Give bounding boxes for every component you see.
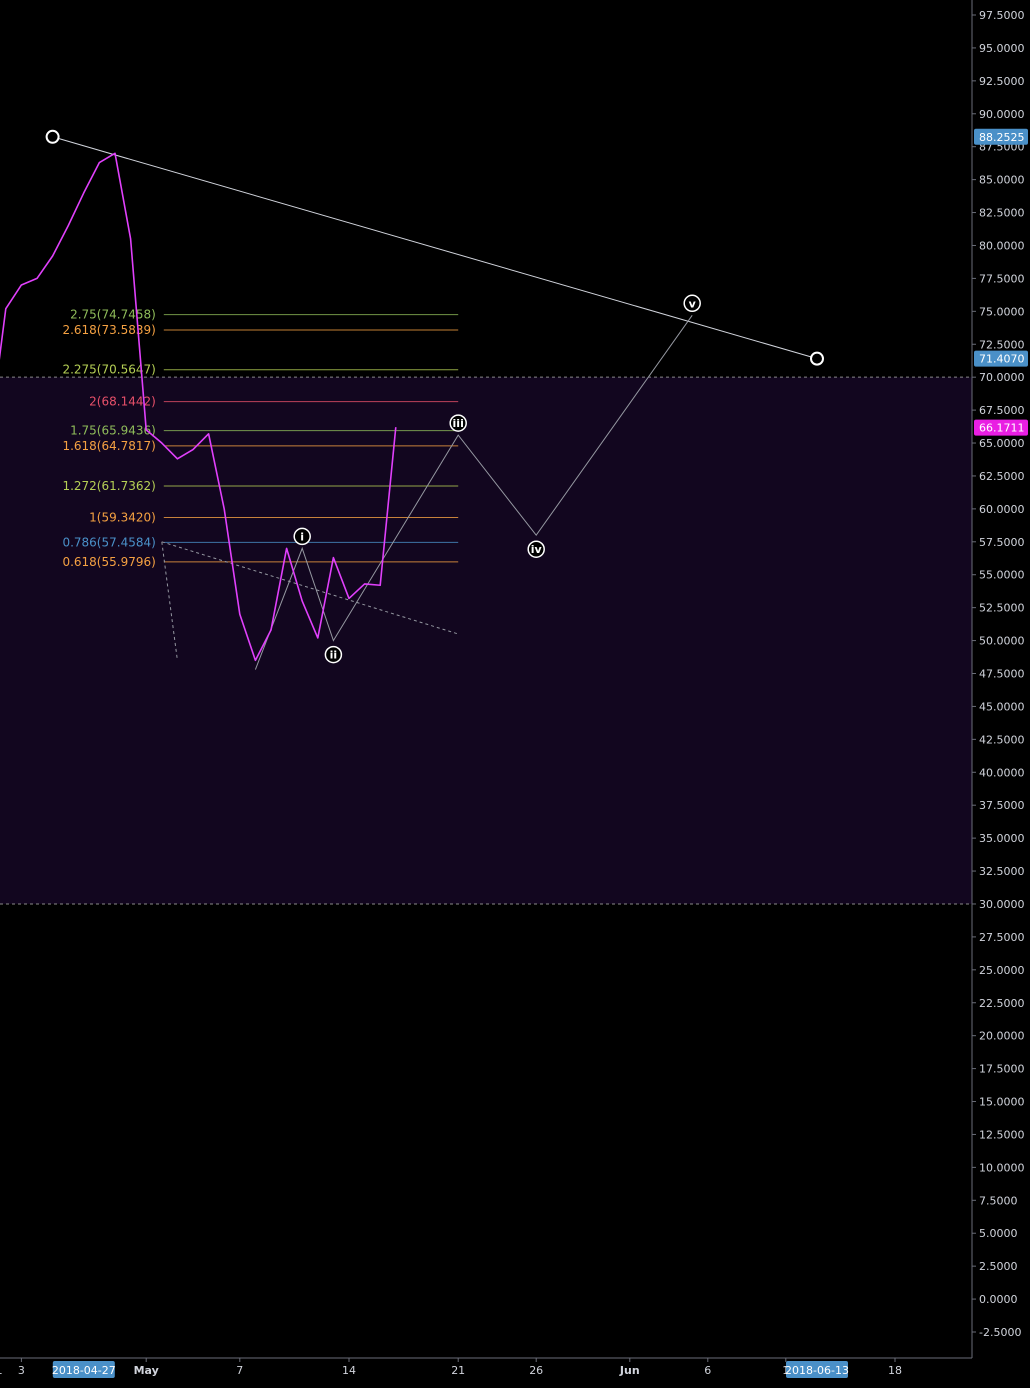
price-zone <box>0 377 972 904</box>
fib-level-label-6: 1.272(61.7362) <box>62 479 155 493</box>
trend-line-handle-end[interactable] <box>810 351 824 366</box>
price-tick-label-1: 95.0000 <box>979 42 1025 55</box>
price-tick-label-26: 32.5000 <box>979 865 1025 878</box>
price-tick-label-12: 67.5000 <box>979 404 1025 417</box>
price-tick-label-13: 65.0000 <box>979 437 1025 450</box>
price-tick-label-33: 15.0000 <box>979 1096 1025 1109</box>
price-tick-label-32: 17.5000 <box>979 1063 1025 1076</box>
time-tick-label-4: 14 <box>342 1364 356 1377</box>
fib-level-label-5: 1.618(64.7817) <box>62 439 155 453</box>
price-tick-label-27: 30.0000 <box>979 898 1025 911</box>
fib-level-label-3: 2(68.1442) <box>89 395 156 409</box>
time-tick-label-3: 7 <box>236 1364 243 1377</box>
wave-label-v: v <box>689 297 697 310</box>
fib-level-label-1: 2.618(73.5839) <box>62 323 155 337</box>
price-tick-label-24: 37.5000 <box>979 799 1025 812</box>
price-tick-label-9: 75.0000 <box>979 305 1025 318</box>
time-tick-label-6: 26 <box>529 1364 543 1377</box>
fib-level-label-8: 0.786(57.4584) <box>62 535 155 549</box>
wave-label-iii: iii <box>453 417 464 430</box>
price-tick-label-40: -2.5000 <box>979 1326 1021 1339</box>
price-tick-label-21: 45.0000 <box>979 700 1025 713</box>
price-tick-label-15: 60.0000 <box>979 503 1025 516</box>
time-tick-label-0: 4-21 <box>0 1364 3 1377</box>
price-tick-label-16: 57.5000 <box>979 536 1025 549</box>
price-tick-label-31: 20.0000 <box>979 1030 1025 1043</box>
chart-container[interactable]: 2.75(74.7458) 2.618(73.5839) 2.275(70.5647… <box>0 0 1030 1384</box>
time-tick-label-10: 18 <box>888 1364 902 1377</box>
wave-label-iv: iv <box>531 543 543 556</box>
wave-label-ii: ii <box>330 649 338 662</box>
price-tick-label-6: 82.5000 <box>979 207 1025 220</box>
time-tick-label-7: Jun <box>619 1364 640 1377</box>
time-highlight-label-1: 2018-06-13 <box>785 1364 849 1377</box>
price-tick-label-17: 55.0000 <box>979 569 1025 582</box>
price-tick-label-35: 10.0000 <box>979 1161 1025 1174</box>
price-tick-label-7: 80.0000 <box>979 239 1025 252</box>
price-tick-label-3: 90.0000 <box>979 108 1025 121</box>
time-tick-label-1: 3 <box>18 1364 25 1377</box>
price-tag-label-0: 88.2525 <box>979 131 1025 144</box>
price-tick-label-23: 40.0000 <box>979 766 1025 779</box>
fib-level-label-4: 1.75(65.9436) <box>70 424 156 438</box>
fib-level-label-0: 2.75(74.7458) <box>70 308 156 322</box>
price-tick-label-0: 97.5000 <box>979 9 1025 22</box>
time-highlight-label-0: 2018-04-27 <box>52 1364 116 1377</box>
price-tick-label-20: 47.5000 <box>979 668 1025 681</box>
price-tick-label-28: 27.5000 <box>979 931 1025 944</box>
price-tick-label-29: 25.0000 <box>979 964 1025 977</box>
price-tick-label-5: 85.0000 <box>979 174 1025 187</box>
price-tick-label-14: 62.5000 <box>979 470 1025 483</box>
price-tick-label-25: 35.0000 <box>979 832 1025 845</box>
price-tick-label-19: 50.0000 <box>979 635 1025 648</box>
fib-level-label-7: 1(59.3420) <box>89 511 156 525</box>
price-tick-label-22: 42.5000 <box>979 733 1025 746</box>
price-tick-label-8: 77.5000 <box>979 272 1025 285</box>
time-tick-label-5: 21 <box>451 1364 465 1377</box>
price-tag-label-2: 66.1711 <box>979 422 1025 435</box>
time-tick-label-8: 6 <box>704 1364 711 1377</box>
price-tick-label-37: 5.0000 <box>979 1227 1018 1240</box>
trend-line-handle-start[interactable] <box>45 129 60 144</box>
price-tick-label-10: 72.5000 <box>979 338 1025 351</box>
price-tick-label-30: 22.5000 <box>979 997 1025 1010</box>
wave-label-i: i <box>300 530 304 543</box>
price-tick-label-11: 70.0000 <box>979 371 1025 384</box>
price-tick-label-2: 92.5000 <box>979 75 1025 88</box>
time-tick-label-2: May <box>134 1364 159 1377</box>
fib-level-label-9: 0.618(55.9796) <box>62 555 155 569</box>
price-tick-label-18: 52.5000 <box>979 602 1025 615</box>
price-tick-label-34: 12.5000 <box>979 1128 1025 1141</box>
price-tick-label-38: 2.5000 <box>979 1260 1018 1273</box>
price-tick-label-39: 0.0000 <box>979 1293 1018 1306</box>
chart-svg[interactable]: 2.75(74.7458)2.618(73.5839)2.275(70.5647… <box>0 0 1030 1384</box>
price-tick-label-36: 7.5000 <box>979 1194 1018 1207</box>
price-tag-label-1: 71.4070 <box>979 353 1025 366</box>
